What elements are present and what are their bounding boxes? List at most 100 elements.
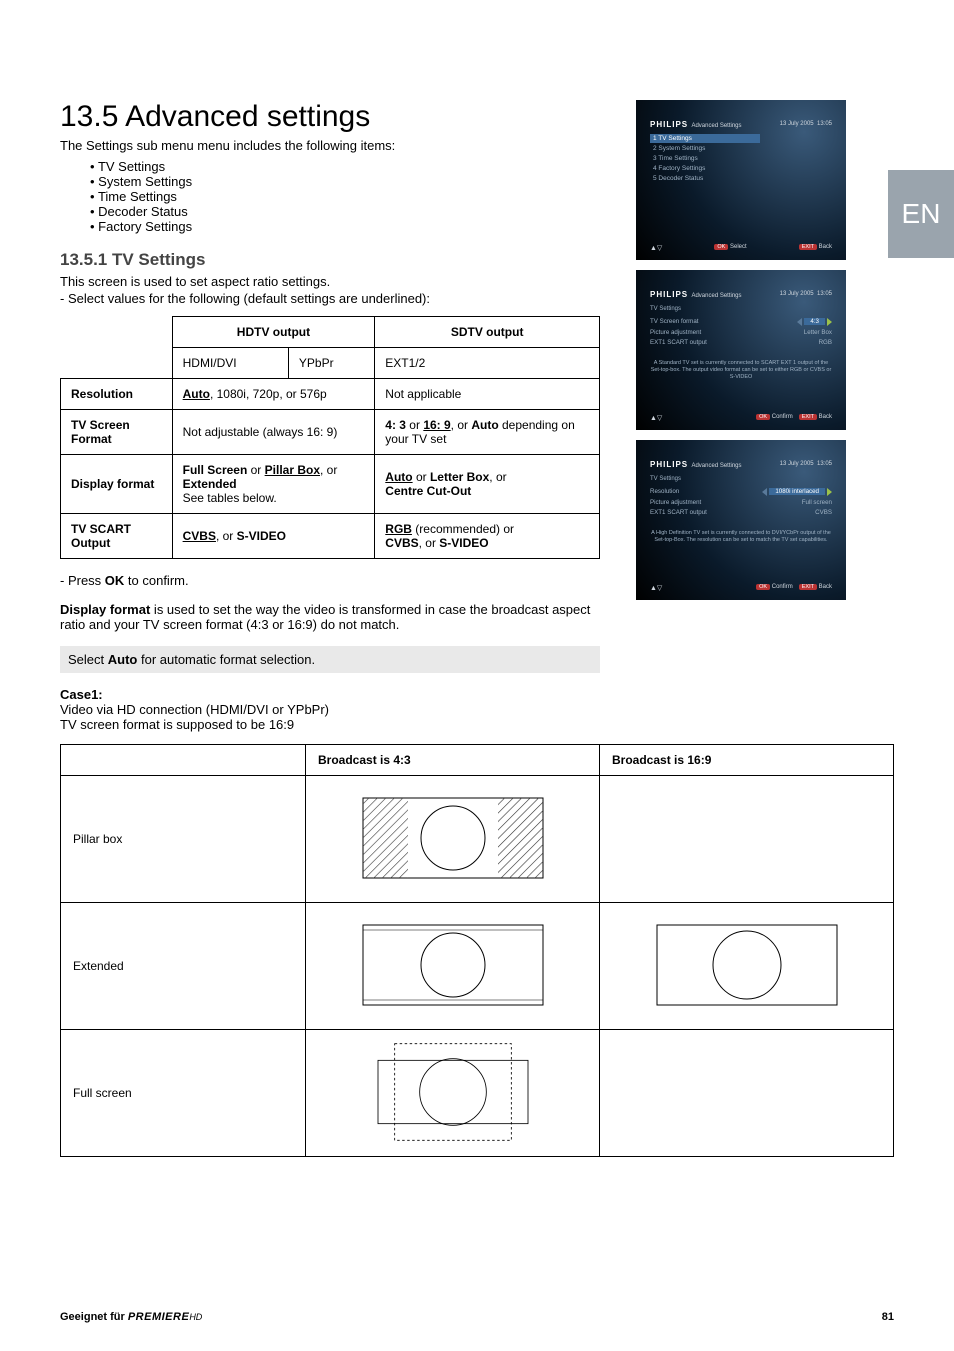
- osd-menu-item: 4 Factory Settings: [650, 163, 760, 173]
- table-cell: 4: 3 or 16: 9, or Auto depending on your…: [375, 410, 600, 455]
- ok-pill: OK: [714, 244, 728, 250]
- osd-key: EXT1 SCART output: [650, 339, 707, 346]
- table-subheader: HDMI/DVI: [172, 348, 288, 379]
- diagram-pillarbox-43: [306, 776, 600, 903]
- osd-time: 13:05: [817, 291, 832, 297]
- list-item: Time Settings: [90, 189, 600, 204]
- osd-screenshot-tv-settings-hd: PHILIPS Advanced Settings 13 July 2005 1…: [636, 440, 846, 600]
- table-cell: CVBS, or S-VIDEO: [172, 514, 375, 559]
- text: Select: [68, 652, 108, 667]
- table-cell: RGB (recommended) or CVBS, or S-VIDEO: [375, 514, 600, 559]
- row-header: Display format: [61, 455, 173, 514]
- up-down-icon: ▲▽: [650, 414, 662, 422]
- default-value: Pillar Box: [265, 463, 320, 477]
- osd-menu-item: 3 Time Settings: [650, 153, 760, 163]
- cell-text: , or: [320, 463, 337, 477]
- default-value: 16: 9: [423, 418, 450, 432]
- section-desc: Select values for the following (default…: [60, 291, 600, 306]
- cell-text: Full Screen: [183, 463, 248, 477]
- osd-key: Picture adjustment: [650, 499, 701, 506]
- osd-brand: PHILIPS: [650, 290, 688, 299]
- auto-note: Select Auto for automatic format selecti…: [60, 646, 600, 673]
- page-number: 81: [882, 1311, 894, 1323]
- cell-text: , or: [451, 418, 472, 432]
- case1-block: Case1: Video via HD connection (HDMI/DVI…: [60, 687, 600, 732]
- press-ok-line: Press OK to confirm.: [60, 573, 600, 588]
- exit-pill: EXIT: [799, 584, 817, 590]
- osd-key: Picture adjustment: [650, 329, 701, 336]
- osd-breadcrumb: Advanced Settings: [691, 123, 741, 129]
- cell-text: or: [247, 463, 264, 477]
- osd-value: RGB: [819, 339, 832, 346]
- row-header: Resolution: [61, 379, 173, 410]
- osd-menu: 1 TV Settings 2 System Settings 3 Time S…: [650, 134, 760, 183]
- up-down-icon: ▲▽: [650, 584, 662, 592]
- hint-label: Back: [819, 414, 832, 420]
- hint-label: Back: [819, 244, 832, 250]
- text: for automatic format selection.: [137, 652, 315, 667]
- diagram-extended-169: [600, 903, 894, 1030]
- cell-text: S-VIDEO: [439, 536, 488, 550]
- cell-text: , or: [419, 536, 440, 550]
- cell-text: Auto: [471, 418, 498, 432]
- osd-key: EXT1 SCART output: [650, 509, 707, 516]
- osd-menu-item: 2 System Settings: [650, 143, 760, 153]
- section-heading: 13.5.1 TV Settings: [60, 250, 600, 270]
- cell-text: Extended: [183, 477, 237, 491]
- osd-breadcrumb: Advanced Settings: [691, 293, 741, 299]
- hint-label: Confirm: [772, 584, 793, 590]
- diagram-pillarbox-169: [600, 776, 894, 903]
- osd-value: Letter Box: [804, 329, 832, 336]
- default-value: Auto: [183, 387, 210, 401]
- cell-text: Letter Box: [430, 470, 489, 484]
- osd-time: 13:05: [817, 121, 832, 127]
- osd-breadcrumb: Advanced Settings: [691, 463, 741, 469]
- table-header: HDTV output: [172, 317, 375, 348]
- row-label: Full screen: [61, 1030, 306, 1157]
- osd-brand: PHILIPS: [650, 120, 688, 129]
- osd-screenshot-menu: PHILIPS Advanced Settings 13 July 2005 1…: [636, 100, 846, 260]
- osd-value: CVBS: [815, 509, 832, 516]
- osd-value: Full screen: [802, 499, 832, 506]
- right-arrow-icon: [827, 318, 832, 326]
- osd-date: 13 July 2005: [780, 291, 814, 297]
- language-tab: EN: [888, 170, 954, 258]
- table-cell: Auto, 1080i, 720p, or 576p: [172, 379, 375, 410]
- cell-text: , or: [489, 470, 506, 484]
- osd-note: A Standard TV set is currently connected…: [650, 360, 832, 396]
- table-header: Broadcast is 16:9: [600, 745, 894, 776]
- cell-text: or: [406, 418, 423, 432]
- default-value: RGB: [385, 522, 412, 536]
- osd-kv-list: TV Settings TV Screen format4:3 Picture …: [650, 306, 832, 347]
- ok-pill: OK: [756, 584, 770, 590]
- osd-subheading: TV Settings: [650, 476, 832, 482]
- cell-text: See tables below.: [183, 491, 277, 505]
- text: Press: [68, 573, 105, 588]
- hint-label: Select: [730, 244, 747, 250]
- table-cell: Full Screen or Pillar Box, or Extended S…: [172, 455, 375, 514]
- cell-text: 4: 3: [385, 418, 406, 432]
- table-cell: Not adjustable (always 16: 9): [172, 410, 375, 455]
- list-item: Factory Settings: [90, 219, 600, 234]
- left-arrow-icon: [762, 488, 767, 496]
- osd-screenshot-tv-settings-sd: PHILIPS Advanced Settings 13 July 2005 1…: [636, 270, 846, 430]
- exit-pill: EXIT: [799, 414, 817, 420]
- row-header: TV Screen Format: [61, 410, 173, 455]
- intro-text: The Settings sub menu menu includes the …: [60, 138, 600, 153]
- cell-text: (recommended) or: [412, 522, 514, 536]
- footer-brand: PREMIERE: [128, 1311, 189, 1323]
- osd-value-highlighted: 4:3: [804, 318, 825, 325]
- osd-kv-list: TV Settings Resolution1080i interlaced P…: [650, 476, 832, 517]
- osd-menu-item: 5 Decoder Status: [650, 173, 760, 183]
- osd-brand: PHILIPS: [650, 460, 688, 469]
- case-title: Case1:: [60, 687, 103, 702]
- sub-item-list: TV Settings System Settings Time Setting…: [90, 159, 600, 234]
- cell-text: , 1080i, 720p, or 576p: [210, 387, 327, 401]
- list-item: System Settings: [90, 174, 600, 189]
- cell-text: or: [413, 470, 430, 484]
- format-table: Broadcast is 4:3 Broadcast is 16:9 Pilla…: [60, 744, 894, 1157]
- table-header: [61, 745, 306, 776]
- diagram-fullscreen-169: [600, 1030, 894, 1157]
- table-subheader: YPbPr: [288, 348, 374, 379]
- table-cell: Not applicable: [375, 379, 600, 410]
